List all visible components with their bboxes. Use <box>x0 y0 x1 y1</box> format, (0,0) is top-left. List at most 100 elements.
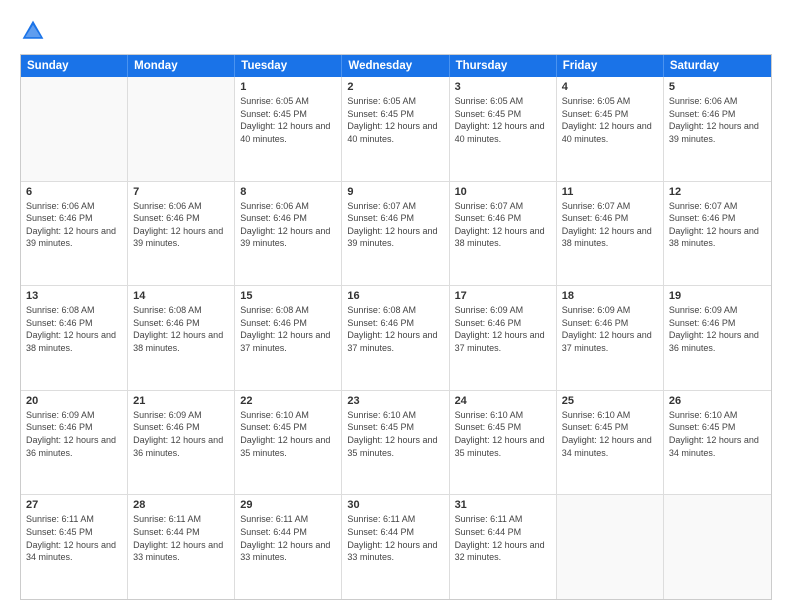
calendar-cell: 30Sunrise: 6:11 AMSunset: 6:44 PMDayligh… <box>342 495 449 599</box>
day-number: 26 <box>669 395 766 407</box>
day-number: 31 <box>455 499 551 511</box>
logo-icon <box>20 18 46 44</box>
calendar-cell: 24 Sunrise: 6:10 AMSunset: 6:45 PMDayligh… <box>450 391 557 495</box>
day-number: 12 <box>669 186 766 198</box>
cell-info: Sunrise: 6:10 AMSunset: 6:45 PMDaylight:… <box>240 409 336 459</box>
cell-info: Sunrise: 6:08 AMSunset: 6:46 PMDaylight:… <box>133 304 229 354</box>
calendar-cell: 14Sunrise: 6:08 AMSunset: 6:46 PMDayligh… <box>128 286 235 390</box>
calendar-header-cell: Sunday <box>21 55 128 77</box>
calendar-cell: 10 Sunrise: 6:07 AMSunset: 6:46 PMDayligh… <box>450 182 557 286</box>
calendar-cell <box>664 495 771 599</box>
cell-info: Sunrise: 6:05 AMSunset: 6:45 PMDaylight:… <box>240 95 336 145</box>
calendar-cell: 13 Sunrise: 6:08 AMSunset: 6:46 PMDayligh… <box>21 286 128 390</box>
calendar-header-cell: Monday <box>128 55 235 77</box>
cell-info: Sunrise: 6:09 AMSunset: 6:46 PMDaylight:… <box>562 304 658 354</box>
calendar-cell: 26 Sunrise: 6:10 AMSunset: 6:45 PMDayligh… <box>664 391 771 495</box>
calendar-cell: 18 Sunrise: 6:09 AMSunset: 6:46 PMDayligh… <box>557 286 664 390</box>
cell-info: Sunrise: 6:09 AMSunset: 6:46 PMDaylight:… <box>669 304 766 354</box>
calendar-cell: 2 Sunrise: 6:05 AMSunset: 6:45 PMDaylight… <box>342 77 449 181</box>
day-number: 11 <box>562 186 658 198</box>
cell-info: Sunrise: 6:11 AMSunset: 6:44 PMDaylight:… <box>455 513 551 563</box>
cell-info: Sunrise: 6:05 AMSunset: 6:45 PMDaylight:… <box>455 95 551 145</box>
calendar-cell: 11 Sunrise: 6:07 AMSunset: 6:46 PMDayligh… <box>557 182 664 286</box>
cell-info: Sunrise: 6:08 AMSunset: 6:46 PMDaylight:… <box>347 304 443 354</box>
day-number: 24 <box>455 395 551 407</box>
calendar-cell: 6 Sunrise: 6:06 AMSunset: 6:46 PMDaylight… <box>21 182 128 286</box>
calendar-cell: 31 Sunrise: 6:11 AMSunset: 6:44 PMDayligh… <box>450 495 557 599</box>
day-number: 1 <box>240 81 336 93</box>
day-number: 2 <box>347 81 443 93</box>
cell-info: Sunrise: 6:10 AMSunset: 6:45 PMDaylight:… <box>455 409 551 459</box>
day-number: 15 <box>240 290 336 302</box>
cell-info: Sunrise: 6:11 AMSunset: 6:45 PMDaylight:… <box>26 513 122 563</box>
cell-info: Sunrise: 6:07 AMSunset: 6:46 PMDaylight:… <box>562 200 658 250</box>
day-number: 4 <box>562 81 658 93</box>
cell-info: Sunrise: 6:06 AMSunset: 6:46 PMDaylight:… <box>26 200 122 250</box>
day-number: 19 <box>669 290 766 302</box>
calendar-cell: 20 Sunrise: 6:09 AMSunset: 6:46 PMDayligh… <box>21 391 128 495</box>
cell-info: Sunrise: 6:09 AMSunset: 6:46 PMDaylight:… <box>455 304 551 354</box>
cell-info: Sunrise: 6:06 AMSunset: 6:46 PMDaylight:… <box>133 200 229 250</box>
day-number: 23 <box>347 395 443 407</box>
day-number: 8 <box>240 186 336 198</box>
day-number: 18 <box>562 290 658 302</box>
calendar-cell: 28 Sunrise: 6:11 AMSunset: 6:44 PMDayligh… <box>128 495 235 599</box>
calendar-cell <box>557 495 664 599</box>
day-number: 27 <box>26 499 122 511</box>
day-number: 5 <box>669 81 766 93</box>
day-number: 16 <box>347 290 443 302</box>
calendar-header-cell: Wednesday <box>342 55 449 77</box>
cell-info: Sunrise: 6:06 AMSunset: 6:46 PMDaylight:… <box>669 95 766 145</box>
cell-info: Sunrise: 6:05 AMSunset: 6:45 PMDaylight:… <box>347 95 443 145</box>
day-number: 29 <box>240 499 336 511</box>
calendar-cell: 17 Sunrise: 6:09 AMSunset: 6:46 PMDayligh… <box>450 286 557 390</box>
calendar-cell: 5 Sunrise: 6:06 AMSunset: 6:46 PMDaylight… <box>664 77 771 181</box>
calendar-cell: 27 Sunrise: 6:11 AMSunset: 6:45 PMDayligh… <box>21 495 128 599</box>
day-number: 9 <box>347 186 443 198</box>
day-number: 22 <box>240 395 336 407</box>
calendar-cell: 1 Sunrise: 6:05 AMSunset: 6:45 PMDaylight… <box>235 77 342 181</box>
calendar-cell: 29Sunrise: 6:11 AMSunset: 6:44 PMDayligh… <box>235 495 342 599</box>
day-number: 25 <box>562 395 658 407</box>
cell-info: Sunrise: 6:08 AMSunset: 6:46 PMDaylight:… <box>26 304 122 354</box>
page: SundayMondayTuesdayWednesdayThursdayFrid… <box>0 0 792 612</box>
calendar-cell: 25 Sunrise: 6:10 AMSunset: 6:45 PMDayligh… <box>557 391 664 495</box>
header <box>20 18 772 44</box>
cell-info: Sunrise: 6:07 AMSunset: 6:46 PMDaylight:… <box>669 200 766 250</box>
calendar-cell: 19 Sunrise: 6:09 AMSunset: 6:46 PMDayligh… <box>664 286 771 390</box>
day-number: 13 <box>26 290 122 302</box>
calendar-cell: 8 Sunrise: 6:06 AMSunset: 6:46 PMDaylight… <box>235 182 342 286</box>
day-number: 20 <box>26 395 122 407</box>
day-number: 6 <box>26 186 122 198</box>
day-number: 21 <box>133 395 229 407</box>
cell-info: Sunrise: 6:07 AMSunset: 6:46 PMDaylight:… <box>347 200 443 250</box>
calendar-header-cell: Thursday <box>450 55 557 77</box>
cell-info: Sunrise: 6:10 AMSunset: 6:45 PMDaylight:… <box>669 409 766 459</box>
cell-info: Sunrise: 6:10 AMSunset: 6:45 PMDaylight:… <box>347 409 443 459</box>
calendar-header: SundayMondayTuesdayWednesdayThursdayFrid… <box>21 55 771 77</box>
calendar: SundayMondayTuesdayWednesdayThursdayFrid… <box>20 54 772 600</box>
calendar-cell <box>21 77 128 181</box>
calendar-cell: 22 Sunrise: 6:10 AMSunset: 6:45 PMDayligh… <box>235 391 342 495</box>
day-number: 28 <box>133 499 229 511</box>
calendar-row: 6 Sunrise: 6:06 AMSunset: 6:46 PMDaylight… <box>21 182 771 287</box>
calendar-cell: 12 Sunrise: 6:07 AMSunset: 6:46 PMDayligh… <box>664 182 771 286</box>
calendar-cell: 21 Sunrise: 6:09 AMSunset: 6:46 PMDayligh… <box>128 391 235 495</box>
calendar-header-cell: Tuesday <box>235 55 342 77</box>
logo <box>20 18 50 44</box>
calendar-cell: 4Sunrise: 6:05 AMSunset: 6:45 PMDaylight… <box>557 77 664 181</box>
day-number: 10 <box>455 186 551 198</box>
cell-info: Sunrise: 6:09 AMSunset: 6:46 PMDaylight:… <box>26 409 122 459</box>
cell-info: Sunrise: 6:09 AMSunset: 6:46 PMDaylight:… <box>133 409 229 459</box>
calendar-header-cell: Saturday <box>664 55 771 77</box>
calendar-body: 1 Sunrise: 6:05 AMSunset: 6:45 PMDaylight… <box>21 77 771 599</box>
cell-info: Sunrise: 6:06 AMSunset: 6:46 PMDaylight:… <box>240 200 336 250</box>
calendar-cell: 23 Sunrise: 6:10 AMSunset: 6:45 PMDayligh… <box>342 391 449 495</box>
cell-info: Sunrise: 6:08 AMSunset: 6:46 PMDaylight:… <box>240 304 336 354</box>
cell-info: Sunrise: 6:07 AMSunset: 6:46 PMDaylight:… <box>455 200 551 250</box>
calendar-cell: 3Sunrise: 6:05 AMSunset: 6:45 PMDaylight… <box>450 77 557 181</box>
cell-info: Sunrise: 6:10 AMSunset: 6:45 PMDaylight:… <box>562 409 658 459</box>
day-number: 17 <box>455 290 551 302</box>
cell-info: Sunrise: 6:11 AMSunset: 6:44 PMDaylight:… <box>133 513 229 563</box>
calendar-cell: 7Sunrise: 6:06 AMSunset: 6:46 PMDaylight… <box>128 182 235 286</box>
